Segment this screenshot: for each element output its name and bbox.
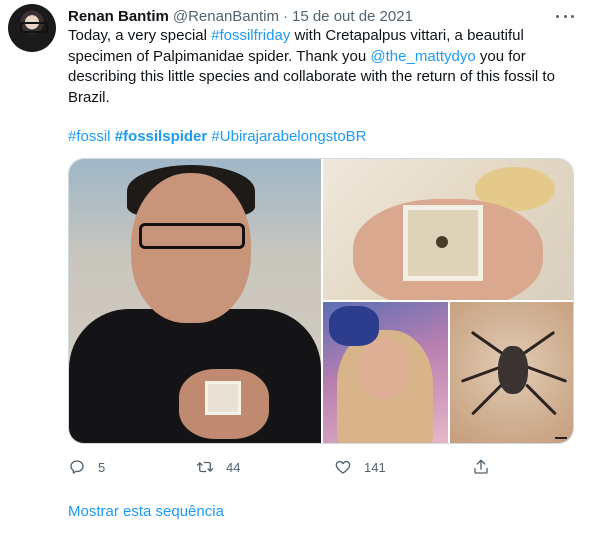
tweet[interactable]: Renan Bantim @RenanBantim · 15 de out de…	[0, 0, 594, 538]
avatar[interactable]	[8, 4, 56, 52]
tweet-text-segment: you for	[475, 47, 526, 65]
tweet-text: Today, a very special #fossilfriday with…	[68, 26, 573, 108]
media-grid	[68, 158, 574, 444]
like-button[interactable]: 141	[334, 457, 386, 477]
tweet-text-line: Today, a very special #fossilfriday with…	[68, 26, 573, 47]
tweet-text-segment: describing this little species and colla…	[68, 68, 555, 85]
tweet-text-line: describing this little species and colla…	[68, 67, 573, 88]
photo-fossil-cube[interactable]	[323, 159, 573, 300]
tweet-date[interactable]: 15 de out de 2021	[292, 8, 413, 25]
tweet-actions: 5 44 141	[68, 457, 498, 477]
photo-spider-illustration[interactable]	[450, 302, 573, 443]
tweet-header: Renan Bantim @RenanBantim · 15 de out de…	[68, 6, 413, 26]
hashtag-ubirajara[interactable]: #UbirajarabelongstoBR	[211, 128, 366, 145]
reply-button[interactable]: 5	[68, 457, 105, 477]
tweet-text-segment: with Cretapalpus vittari, a beautiful	[290, 27, 524, 44]
hashtag-link[interactable]: #fossilfriday	[211, 27, 290, 44]
author-handle[interactable]: @RenanBantim	[173, 8, 279, 25]
retweet-count: 44	[226, 459, 241, 475]
tweet-text-segment: Today, a very special	[68, 27, 212, 44]
hashtag-fossilspider[interactable]: #fossilspider	[115, 128, 208, 145]
photo-man-with-fossil[interactable]	[69, 159, 321, 443]
tweet-text-line: Brazil.	[68, 88, 573, 109]
hashtag-fossil[interactable]: #fossil	[68, 128, 111, 145]
reply-icon	[70, 460, 84, 474]
photo-performer[interactable]	[323, 302, 448, 443]
retweet-button[interactable]: 44	[196, 457, 240, 477]
tweet-text-segment: Brazil.	[68, 88, 110, 106]
hashtags: #fossil #fossilspider #Ubirajarabelongst…	[68, 127, 367, 147]
share-icon	[474, 459, 488, 474]
reply-count: 5	[98, 459, 106, 475]
tweet-text-segment: specimen of Palpimanidae spider. Thank y…	[68, 47, 371, 65]
separator-dot: ·	[282, 7, 288, 25]
author-name[interactable]: Renan Bantim	[68, 8, 169, 25]
heart-icon	[335, 460, 351, 474]
retweet-icon	[196, 461, 214, 473]
tweet-text-line: specimen of Palpimanidae spider. Thank y…	[68, 47, 573, 68]
show-thread-link[interactable]: Mostrar esta sequência	[68, 503, 224, 520]
mention-link[interactable]: @the_mattydyo	[370, 48, 475, 65]
share-button[interactable]	[472, 457, 490, 477]
like-count: 141	[364, 459, 386, 475]
more-horizontal-icon[interactable]	[556, 8, 574, 24]
